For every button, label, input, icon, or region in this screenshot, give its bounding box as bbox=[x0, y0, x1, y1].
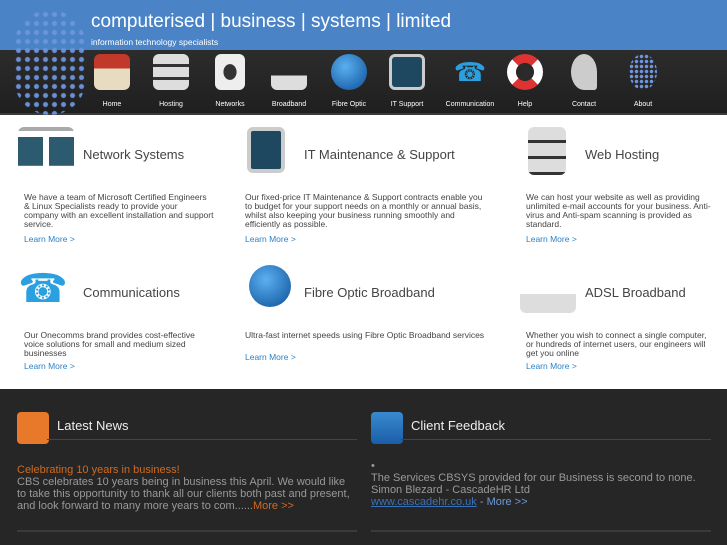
globe-icon bbox=[249, 265, 291, 307]
company-logo bbox=[14, 10, 86, 115]
phone-icon: ☎ bbox=[18, 267, 68, 311]
header-banner: computerised | business | systems | limi… bbox=[0, 0, 727, 50]
learn-more-link[interactable]: Learn More > bbox=[24, 234, 75, 244]
site-tagline: information technology specialists bbox=[91, 37, 219, 47]
satellite-dish-icon bbox=[571, 54, 597, 90]
client-website-link[interactable]: www.cascadehr.co.uk bbox=[371, 496, 477, 508]
logo-icon bbox=[629, 54, 657, 90]
news-more-link[interactable]: More >> bbox=[253, 500, 294, 512]
monitor-pulse-icon bbox=[247, 127, 285, 173]
nav-about[interactable]: About bbox=[615, 54, 671, 114]
feedback-quote: The Services CBSYS provided for our Busi… bbox=[371, 472, 696, 484]
nav-networks[interactable]: Networks bbox=[202, 54, 258, 114]
house-icon bbox=[94, 54, 130, 90]
monitor-pulse-icon bbox=[389, 54, 425, 90]
learn-more-link[interactable]: Learn More > bbox=[526, 234, 577, 244]
divider bbox=[401, 439, 711, 440]
speech-bubble-icon bbox=[371, 412, 403, 444]
main-nav: Home Hosting Networks Broadband Fibre Op… bbox=[0, 50, 727, 115]
divider bbox=[47, 439, 357, 440]
learn-more-link[interactable]: Learn More > bbox=[526, 361, 577, 371]
nav-help[interactable]: Help bbox=[497, 54, 553, 114]
nav-contact[interactable]: Contact bbox=[556, 54, 612, 114]
feedback-more-link[interactable]: More >> bbox=[487, 496, 528, 508]
network-socket-icon bbox=[215, 54, 245, 90]
learn-more-link[interactable]: Learn More > bbox=[245, 234, 296, 244]
server-icon bbox=[528, 127, 566, 175]
phone-icon: ☎ bbox=[453, 57, 487, 87]
learn-more-link[interactable]: Learn More > bbox=[24, 361, 75, 371]
router-icon bbox=[520, 265, 576, 313]
learn-more-link[interactable]: Learn More > bbox=[245, 352, 296, 362]
nav-it-support[interactable]: IT Support bbox=[379, 54, 435, 114]
divider bbox=[371, 530, 711, 532]
feedback-author: Simon Blezard - CascadeHR Ltd bbox=[371, 484, 530, 496]
network-computers-icon bbox=[18, 127, 74, 175]
rss-icon bbox=[17, 412, 49, 444]
divider bbox=[17, 530, 357, 532]
services-section: Network Systems We have a team of Microso… bbox=[0, 115, 727, 389]
router-icon bbox=[271, 54, 307, 90]
news-body: CBS celebrates 10 years being in busines… bbox=[17, 476, 350, 512]
lifebuoy-icon bbox=[507, 54, 543, 90]
news-headline: Celebrating 10 years in business! bbox=[17, 464, 180, 476]
nav-hosting[interactable]: Hosting bbox=[143, 54, 199, 114]
globe-icon bbox=[331, 54, 367, 90]
server-icon bbox=[153, 54, 189, 90]
nav-broadband[interactable]: Broadband bbox=[261, 54, 317, 114]
site-title: computerised | business | systems | limi… bbox=[91, 11, 452, 32]
nav-home[interactable]: Home bbox=[84, 54, 140, 114]
